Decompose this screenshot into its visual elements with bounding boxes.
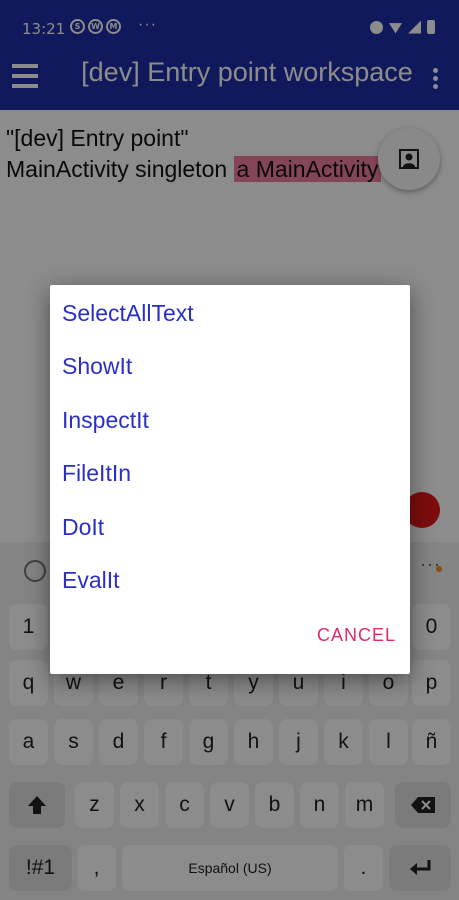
menu-item-show-it[interactable]: ShowIt: [62, 348, 132, 384]
context-menu-dialog: SelectAllText ShowIt InspectIt FileItIn …: [50, 285, 410, 674]
menu-item-do-it[interactable]: DoIt: [62, 509, 104, 545]
menu-item-eval-it[interactable]: EvalIt: [62, 562, 120, 598]
menu-item-select-all-text[interactable]: SelectAllText: [62, 295, 194, 331]
menu-item-file-it-in[interactable]: FileItIn: [62, 455, 131, 491]
menu-item-inspect-it[interactable]: InspectIt: [62, 402, 149, 438]
cancel-button[interactable]: CANCEL: [317, 625, 396, 646]
